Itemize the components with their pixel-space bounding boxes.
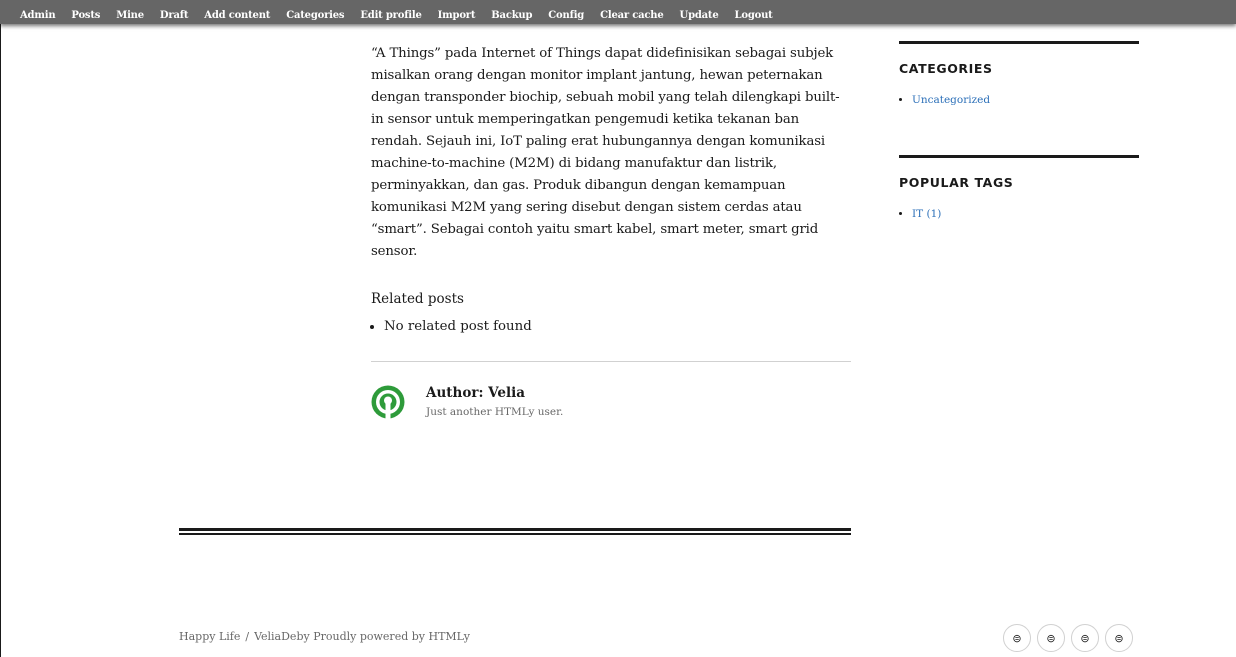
powered-by-text: Proudly powered by HTMLy [313,630,471,643]
categories-link[interactable]: Categories [286,10,344,21]
related-posts: Related posts No related post found [371,289,851,337]
category-link[interactable]: Uncategorized [912,94,990,106]
update-link[interactable]: Update [680,10,719,21]
add-content-link[interactable]: Add content [204,10,270,21]
popular-tags-widget: POPULAR TAGS IT (1) [899,155,1139,245]
import-link[interactable]: Import [438,10,476,21]
page-left-border [0,0,1,657]
social-icon[interactable]: ⊜ [1037,624,1065,652]
posts-link[interactable]: Posts [71,10,100,21]
article-body: “A Things” pada Internet of Things dapat… [371,46,840,259]
clear-cache-link[interactable]: Clear cache [600,10,664,21]
popular-tags-widget-title: POPULAR TAGS [899,175,1014,190]
admin-toolbar: Admin Posts Mine Draft Add content Categ… [0,0,1236,24]
edit-profile-link[interactable]: Edit profile [360,10,422,21]
logout-link[interactable]: Logout [735,10,773,21]
owner-link[interactable]: VeliaDeby [254,630,310,643]
social-links: ⊜ ⊜ ⊜ ⊜ [1003,624,1139,652]
site-title-link[interactable]: Happy Life [179,630,240,643]
tag-link[interactable]: IT (1) [912,208,941,220]
categories-widget-title: CATEGORIES [899,61,993,76]
footer-separator: / [245,630,250,643]
backup-link[interactable]: Backup [491,10,532,21]
admin-link[interactable]: Admin [20,10,56,21]
site-footer: Happy Life / VeliaDeby Proudly powered by … [179,630,470,643]
draft-link[interactable]: Draft [160,10,189,21]
content-footer-divider [179,528,851,535]
related-post-item: No related post found [384,317,851,337]
social-icon[interactable]: ⊜ [1003,624,1031,652]
article-content: “A Things” pada Internet of Things dapat… [371,43,851,263]
social-icon[interactable]: ⊜ [1105,624,1133,652]
author-name: Author: Velia [426,385,525,401]
divider [371,361,851,362]
categories-widget: CATEGORIES Uncategorized [899,41,1139,131]
author-description: Just another HTMLy user. [426,406,564,418]
mine-link[interactable]: Mine [116,10,144,21]
config-link[interactable]: Config [548,10,584,21]
social-icon[interactable]: ⊜ [1071,624,1099,652]
related-posts-title: Related posts [371,291,464,307]
author-box: Author: Velia Just another HTMLy user. [371,384,851,424]
author-avatar [371,385,405,419]
